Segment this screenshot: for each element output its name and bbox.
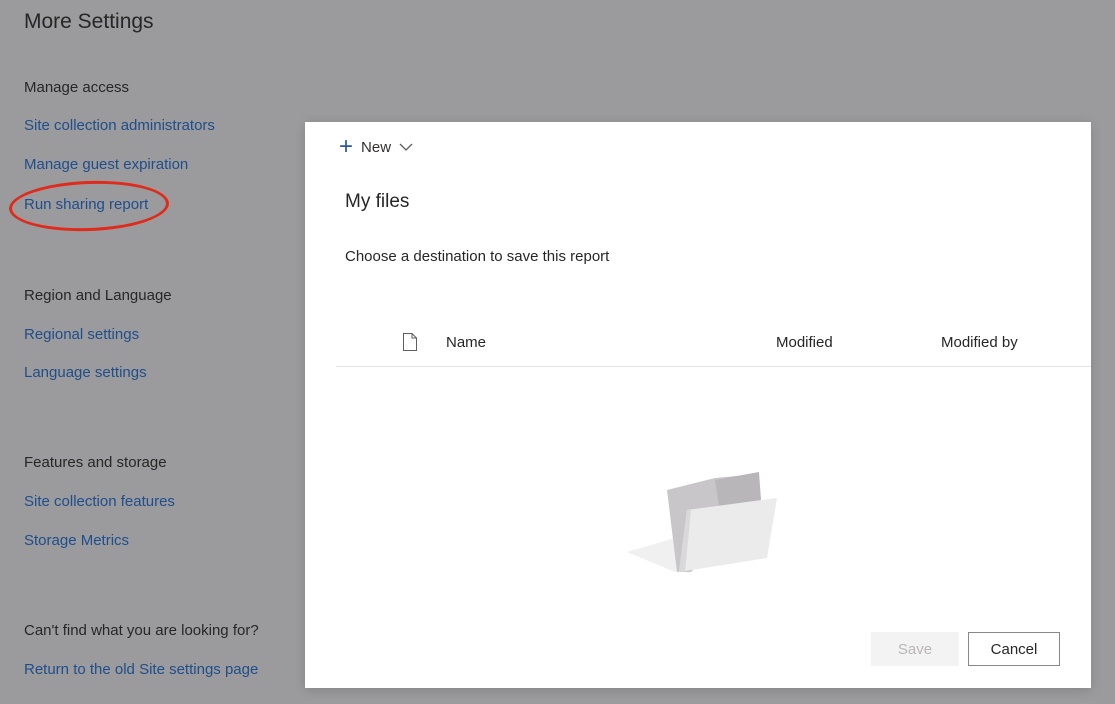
section-heading-region-language: Region and Language [24,287,172,304]
chevron-down-icon [399,143,413,151]
dialog-subtitle: Choose a destination to save this report [345,248,610,265]
cancel-button[interactable]: Cancel [968,632,1060,666]
header-divider [336,366,1091,367]
dialog-title: My files [345,191,410,212]
column-header-modified[interactable]: Modified [776,334,833,351]
link-site-collection-features[interactable]: Site collection features [24,493,175,510]
new-button[interactable]: + New [339,135,413,159]
link-manage-guest-expiration[interactable]: Manage guest expiration [24,156,188,173]
new-button-label: New [361,138,392,156]
page-title: More Settings [24,10,154,33]
column-header-name[interactable]: Name [446,334,486,351]
section-heading-manage-access: Manage access [24,79,130,96]
file-icon [403,333,417,351]
link-language-settings[interactable]: Language settings [24,364,147,381]
plus-icon: + [339,133,354,160]
highlight-ring [8,178,170,234]
link-storage-metrics[interactable]: Storage Metrics [24,532,129,549]
section-heading-features-storage: Features and storage [24,454,167,471]
save-button[interactable]: Save [871,632,959,666]
section-heading-help: Can't find what you are looking for? [24,622,259,639]
link-regional-settings[interactable]: Regional settings [24,326,139,343]
empty-folder-icon [627,472,777,572]
link-site-collection-administrators[interactable]: Site collection administrators [24,117,215,134]
link-old-site-settings[interactable]: Return to the old Site settings page [24,661,258,678]
save-destination-dialog: + New My files Choose a destination to s… [305,122,1091,688]
column-header-modified-by[interactable]: Modified by [941,334,1018,351]
